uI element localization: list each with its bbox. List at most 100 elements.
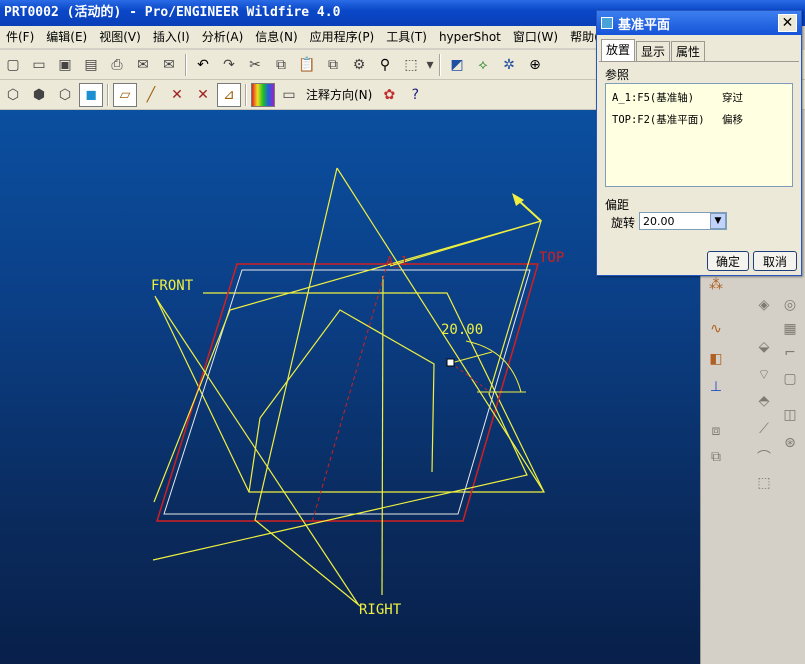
right-plane-label[interactable]: RIGHT (359, 602, 401, 618)
undo-icon[interactable]: ↶ (191, 53, 215, 77)
menu-analysis[interactable]: 分析(A) (196, 26, 250, 48)
whats-this-icon[interactable]: ? (403, 83, 427, 107)
rotation-field[interactable]: 20.00 ▼ (639, 212, 727, 230)
chevron-down-icon[interactable]: ▼ (710, 213, 726, 229)
save-icon[interactable]: ▣ (53, 53, 77, 77)
menu-help[interactable]: 帮助( (564, 26, 600, 48)
shading-icon[interactable]: ◼ (79, 82, 103, 107)
datum-axis-display-icon[interactable]: ╱ (139, 83, 163, 107)
spin-center-icon[interactable]: ⟡ (471, 53, 495, 77)
references-label: 参照 (605, 68, 630, 82)
close-icon[interactable]: ✕ (778, 14, 797, 32)
new-icon[interactable]: ▢ (1, 53, 25, 77)
menu-file[interactable]: 件(F) (0, 26, 40, 48)
no-hidden-icon[interactable]: ⬡ (53, 83, 77, 107)
sweep-icon[interactable]: ▦ (779, 318, 801, 340)
annotation-display-icon[interactable]: ⊿ (217, 82, 241, 107)
new-datum-plane[interactable] (152, 220, 542, 561)
separator (245, 83, 247, 106)
separator (107, 83, 109, 106)
measure-icon[interactable]: ▭ (277, 83, 301, 107)
coord-sys-icon[interactable]: ⊥ (705, 376, 727, 398)
save-copy-icon[interactable]: ▤ (79, 53, 103, 77)
dialog-tabs: 放置 显示 属性 (601, 39, 706, 61)
shell-icon[interactable]: ▢ (779, 368, 801, 390)
axis-a1[interactable] (311, 261, 389, 523)
menu-window[interactable]: 窗口(W) (507, 26, 564, 48)
graphics-window[interactable]: FRONT TOP RIGHT A_1 20.00 (0, 110, 700, 664)
thicken-icon[interactable]: ⬚ (753, 472, 775, 494)
datum-plane-display-icon[interactable]: ▱ (113, 82, 137, 107)
redo-icon[interactable]: ↷ (217, 53, 241, 77)
menu-bar: 件(F) 编辑(E) 视图(V) 插入(I) 分析(A) 信息(N) 应用程序(… (0, 26, 600, 48)
hidden-line-icon[interactable]: ⬢ (27, 83, 51, 107)
open-icon[interactable]: ▭ (27, 53, 51, 77)
datum-plane-dialog: 基准平面 ✕ 放置 显示 属性 参照 A_1:F5(基准轴) 穿过 TOP:F2… (596, 10, 802, 276)
tab-placement[interactable]: 放置 (601, 39, 636, 61)
color-wheel-icon[interactable]: ✿ (377, 83, 401, 107)
paste-special-icon[interactable]: ⧉ (321, 53, 345, 77)
revolve-icon[interactable]: ◎ (779, 294, 801, 316)
annotation-orientation-label[interactable]: 注释方向(N) (302, 86, 376, 103)
rotation-dimension[interactable]: 20.00 (441, 322, 483, 338)
send-icon[interactable]: ✉ (131, 53, 155, 77)
datum-point-icon[interactable]: ⁂ (705, 274, 727, 296)
tab-display[interactable]: 显示 (636, 41, 671, 61)
menu-view[interactable]: 视图(V) (93, 26, 147, 48)
pattern-icon[interactable]: ⧉ (705, 446, 727, 468)
model-canvas[interactable] (0, 110, 700, 664)
repaint-icon[interactable]: ◩ (445, 53, 469, 77)
datum-point-display-icon[interactable]: ✕ (165, 83, 189, 107)
select-dropdown-icon[interactable]: ▾ (425, 53, 435, 77)
menu-applications[interactable]: 应用程序(P) (304, 26, 381, 48)
hole-icon[interactable]: ⌐ (779, 342, 801, 364)
appearance-icon[interactable] (251, 82, 275, 107)
find-icon[interactable]: ⚲ (373, 53, 397, 77)
feature-toolbar: ⁂ ◈ ◎ ∿ ▦ ◧ ⬙ ⌐ ⊥ ⌔ ▢ ⬘ ◫ ⧈ ⟋ ⧉ ⌒ ⊛ ⬚ (700, 260, 805, 664)
rotation-value[interactable]: 20.00 (640, 215, 710, 228)
mail-icon[interactable]: ✉ (157, 53, 181, 77)
tab-properties[interactable]: 属性 (671, 41, 706, 61)
menu-info[interactable]: 信息(N) (249, 26, 303, 48)
paste-icon[interactable]: 📋 (295, 53, 319, 77)
menu-tools[interactable]: 工具(T) (380, 26, 433, 48)
copy-icon[interactable]: ⧉ (269, 53, 293, 77)
cut-icon[interactable]: ✂ (243, 53, 267, 77)
select-box-icon[interactable]: ⬚ (399, 53, 423, 77)
menu-hypershot[interactable]: hyperShot (433, 26, 507, 48)
dialog-title: 基准平面 (618, 17, 671, 33)
reference-constraint[interactable]: 穿过 (722, 90, 743, 105)
print-icon[interactable]: ⎙ (105, 53, 129, 77)
placement-pane: 参照 A_1:F5(基准轴) 穿过 TOP:F2(基准平面) 偏移 偏距 旋转 … (599, 61, 799, 271)
rib-icon[interactable]: ⬘ (753, 390, 775, 412)
axis-label[interactable]: A_1 (386, 254, 408, 268)
copy-feature-icon[interactable]: ⧈ (705, 420, 727, 442)
references-list[interactable]: A_1:F5(基准轴) 穿过 TOP:F2(基准平面) 偏移 (605, 83, 793, 187)
menu-insert[interactable]: 插入(I) (147, 26, 196, 48)
datum-plane-icon[interactable]: ◧ (705, 348, 727, 370)
reference-name: TOP:F2(基准平面) (612, 114, 705, 126)
blend-icon[interactable]: ⬙ (753, 336, 775, 358)
menu-edit[interactable]: 编辑(E) (40, 26, 93, 48)
zoom-in-icon[interactable]: ⊕ (523, 53, 547, 77)
merge-icon[interactable]: ⊛ (779, 432, 801, 454)
dialog-title-bar[interactable]: 基准平面 (597, 11, 801, 35)
top-plane-label[interactable]: TOP (539, 250, 564, 266)
drag-handle[interactable] (446, 358, 455, 367)
round-icon[interactable]: ⌔ (753, 364, 775, 386)
datum-edge-top (389, 220, 542, 267)
reference-constraint[interactable]: 偏移 (722, 112, 743, 127)
trim-icon[interactable]: ⌒ (753, 446, 775, 468)
front-plane-label[interactable]: FRONT (151, 278, 193, 294)
mirror-icon[interactable]: ⟋ (753, 418, 775, 440)
regenerate-icon[interactable]: ⚙ (347, 53, 371, 77)
ok-button[interactable]: 确定 (707, 251, 749, 271)
draft-icon[interactable]: ◫ (779, 404, 801, 426)
datum-curve-icon[interactable]: ∿ (705, 318, 727, 340)
coord-sys-display-icon[interactable]: ✕ (191, 83, 215, 107)
cancel-button[interactable]: 取消 (753, 251, 797, 271)
dialog-app-icon (601, 17, 613, 29)
orient-icon[interactable]: ✲ (497, 53, 521, 77)
extrude-icon[interactable]: ◈ (753, 294, 775, 316)
wireframe-icon[interactable]: ⬡ (1, 83, 25, 107)
